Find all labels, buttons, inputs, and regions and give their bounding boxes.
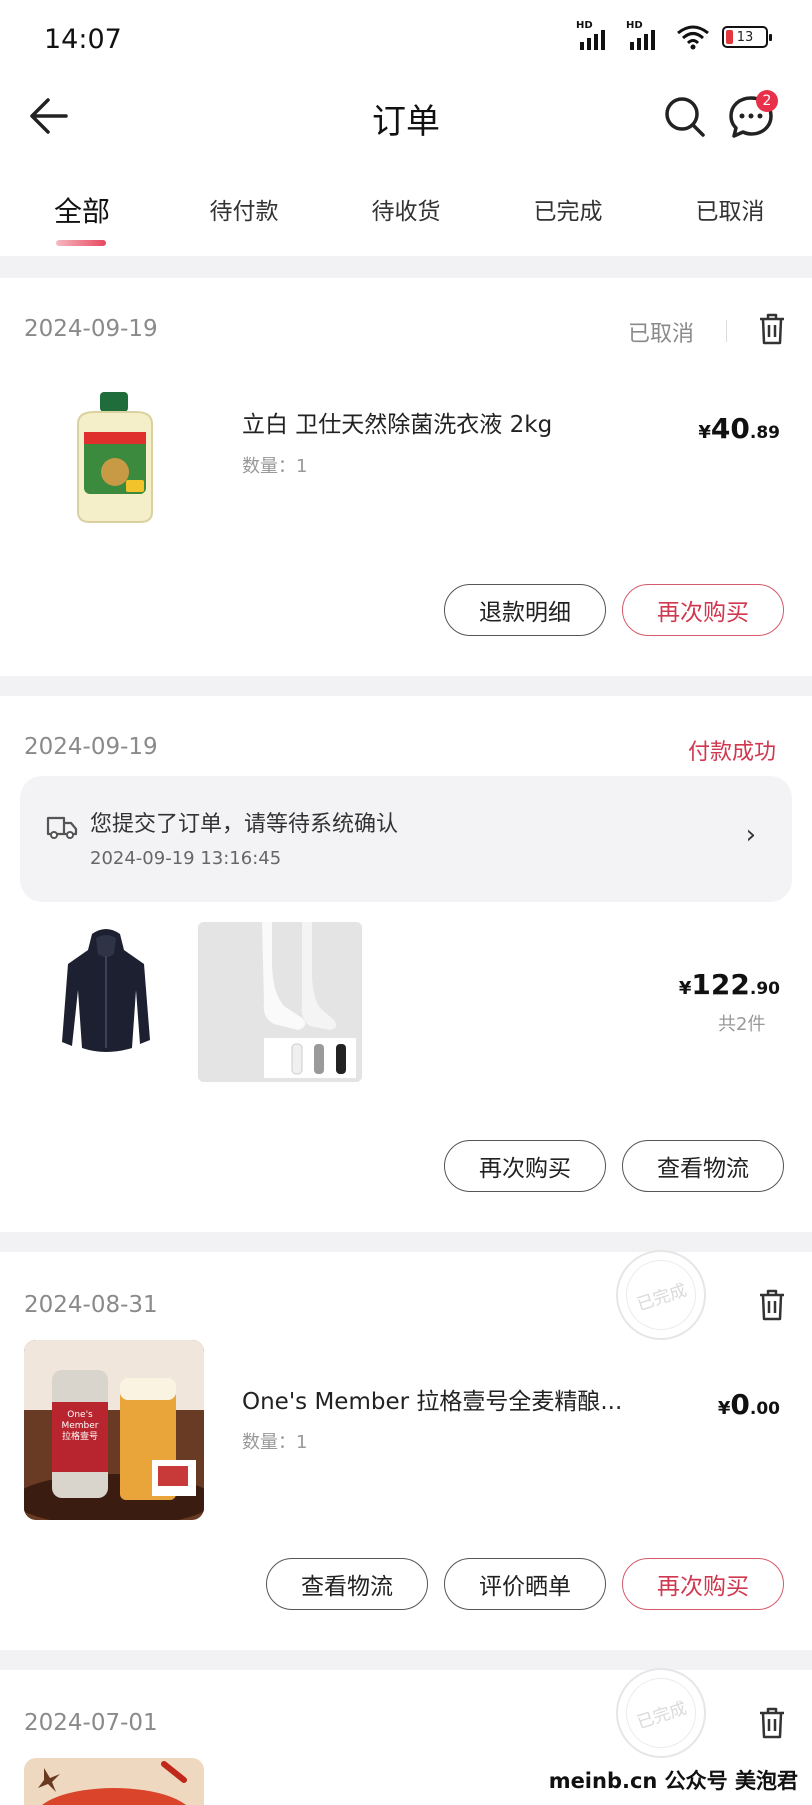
order-price: ¥122.90 xyxy=(679,968,780,1001)
order-price: ¥40.89 xyxy=(698,412,780,445)
jacket-image xyxy=(44,920,164,1080)
socks-image xyxy=(198,922,362,1082)
product-quantity: 数量：1 xyxy=(242,456,308,477)
price-currency: ¥ xyxy=(678,978,692,999)
tab-pending-payment[interactable]: 待付款 xyxy=(174,192,314,226)
trash-icon[interactable] xyxy=(757,1706,787,1740)
status-icons: HD HD 13 xyxy=(576,20,772,50)
completed-stamp: 已完成 xyxy=(604,1238,718,1352)
detergent-bottle-image xyxy=(77,392,153,523)
notice-text: 您提交了订单，请等待系统确认 xyxy=(90,812,399,837)
product-thumbnail[interactable] xyxy=(44,920,164,1080)
header-divider xyxy=(726,320,727,342)
stamp-label: 已完成 xyxy=(616,1668,706,1758)
order-card[interactable]: 2024-09-19 付款成功 您提交了订单，请等待系统确认 2024-09-1… xyxy=(0,696,812,1232)
order-date: 2024-09-19 xyxy=(24,734,158,760)
signal-icon: HD xyxy=(576,20,614,50)
buy-again-button[interactable]: 再次购买 xyxy=(622,584,784,636)
order-date: 2024-09-19 xyxy=(24,316,158,342)
product-thumbnail[interactable] xyxy=(198,922,362,1082)
tab-indicator xyxy=(56,240,106,246)
completed-stamp: 已完成 xyxy=(604,1656,718,1770)
price-integer: 40 xyxy=(710,412,750,445)
product-name[interactable]: One's Member 拉格壹号全麦精酿... xyxy=(242,1382,622,1416)
battery-icon: 13 xyxy=(722,26,772,48)
watermark-text: meinb.cn 公众号 美泡君 xyxy=(544,1763,802,1797)
price-decimal: .89 xyxy=(749,423,780,443)
status-time: 14:07 xyxy=(44,24,122,55)
order-date: 2024-07-01 xyxy=(24,1710,158,1736)
order-status: 付款成功 xyxy=(688,740,777,765)
tab-pending-receipt[interactable]: 待收货 xyxy=(336,192,476,226)
product-quantity: 数量：1 xyxy=(242,1432,308,1453)
trash-icon[interactable] xyxy=(757,312,787,346)
review-button[interactable]: 评价晒单 xyxy=(444,1558,606,1610)
product-thumbnail[interactable] xyxy=(60,388,170,528)
status-bar: 14:07 HD HD 13 xyxy=(0,0,812,72)
price-integer: 0 xyxy=(730,1388,750,1421)
beer-image xyxy=(24,1340,204,1520)
price-currency: ¥ xyxy=(717,1398,731,1419)
item-count: 共2件 xyxy=(718,1014,766,1035)
truck-icon xyxy=(46,816,78,839)
refund-details-button[interactable]: 退款明细 xyxy=(444,584,606,636)
view-logistics-button[interactable]: 查看物流 xyxy=(622,1140,784,1192)
order-card[interactable]: 2024-09-19 已取消 立白 卫仕天然除菌洗衣液 2kg 数量：1 ¥40… xyxy=(0,278,812,676)
buy-again-button[interactable]: 再次购买 xyxy=(444,1140,606,1192)
order-status: 已取消 xyxy=(628,322,695,347)
battery-level: 13 xyxy=(736,29,754,45)
product-thumbnail[interactable]: One's Member 拉格壹号 xyxy=(24,1340,204,1520)
chevron-right-icon: › xyxy=(745,820,756,850)
order-card[interactable]: 已完成 2024-08-31 One's Member 拉格壹号 One's M… xyxy=(0,1238,812,1650)
order-date: 2024-08-31 xyxy=(24,1292,158,1318)
tab-cancelled[interactable]: 已取消 xyxy=(660,192,800,226)
price-integer: 122 xyxy=(691,968,750,1001)
can-label: One's Member 拉格壹号 xyxy=(61,1410,99,1442)
food-image xyxy=(24,1758,204,1805)
product-name[interactable]: 立白 卫仕天然除菌洗衣液 2kg xyxy=(242,405,552,439)
signal-icon: HD xyxy=(626,20,664,50)
product-thumbnail[interactable] xyxy=(24,1758,204,1805)
search-icon[interactable] xyxy=(662,94,708,140)
price-decimal: .90 xyxy=(749,979,780,999)
wifi-icon xyxy=(677,25,709,50)
view-logistics-button[interactable]: 查看物流 xyxy=(266,1558,428,1610)
buy-again-button[interactable]: 再次购买 xyxy=(622,1558,784,1610)
trash-icon[interactable] xyxy=(757,1288,787,1322)
tab-completed[interactable]: 已完成 xyxy=(498,192,638,226)
price-decimal: .00 xyxy=(749,1399,780,1419)
notice-time: 2024-09-19 13:16:45 xyxy=(90,848,282,869)
order-price: ¥0.00 xyxy=(718,1388,780,1421)
order-notice[interactable]: 您提交了订单，请等待系统确认 2024-09-19 13:16:45 › xyxy=(20,776,792,902)
app-header: 订单 2 xyxy=(0,72,812,164)
message-badge: 2 xyxy=(756,90,778,112)
stamp-label: 已完成 xyxy=(616,1250,706,1340)
tab-all[interactable]: 全部 xyxy=(12,190,152,230)
order-tabs: 全部 待付款 待收货 已完成 已取消 xyxy=(0,164,812,256)
price-currency: ¥ xyxy=(698,422,711,443)
